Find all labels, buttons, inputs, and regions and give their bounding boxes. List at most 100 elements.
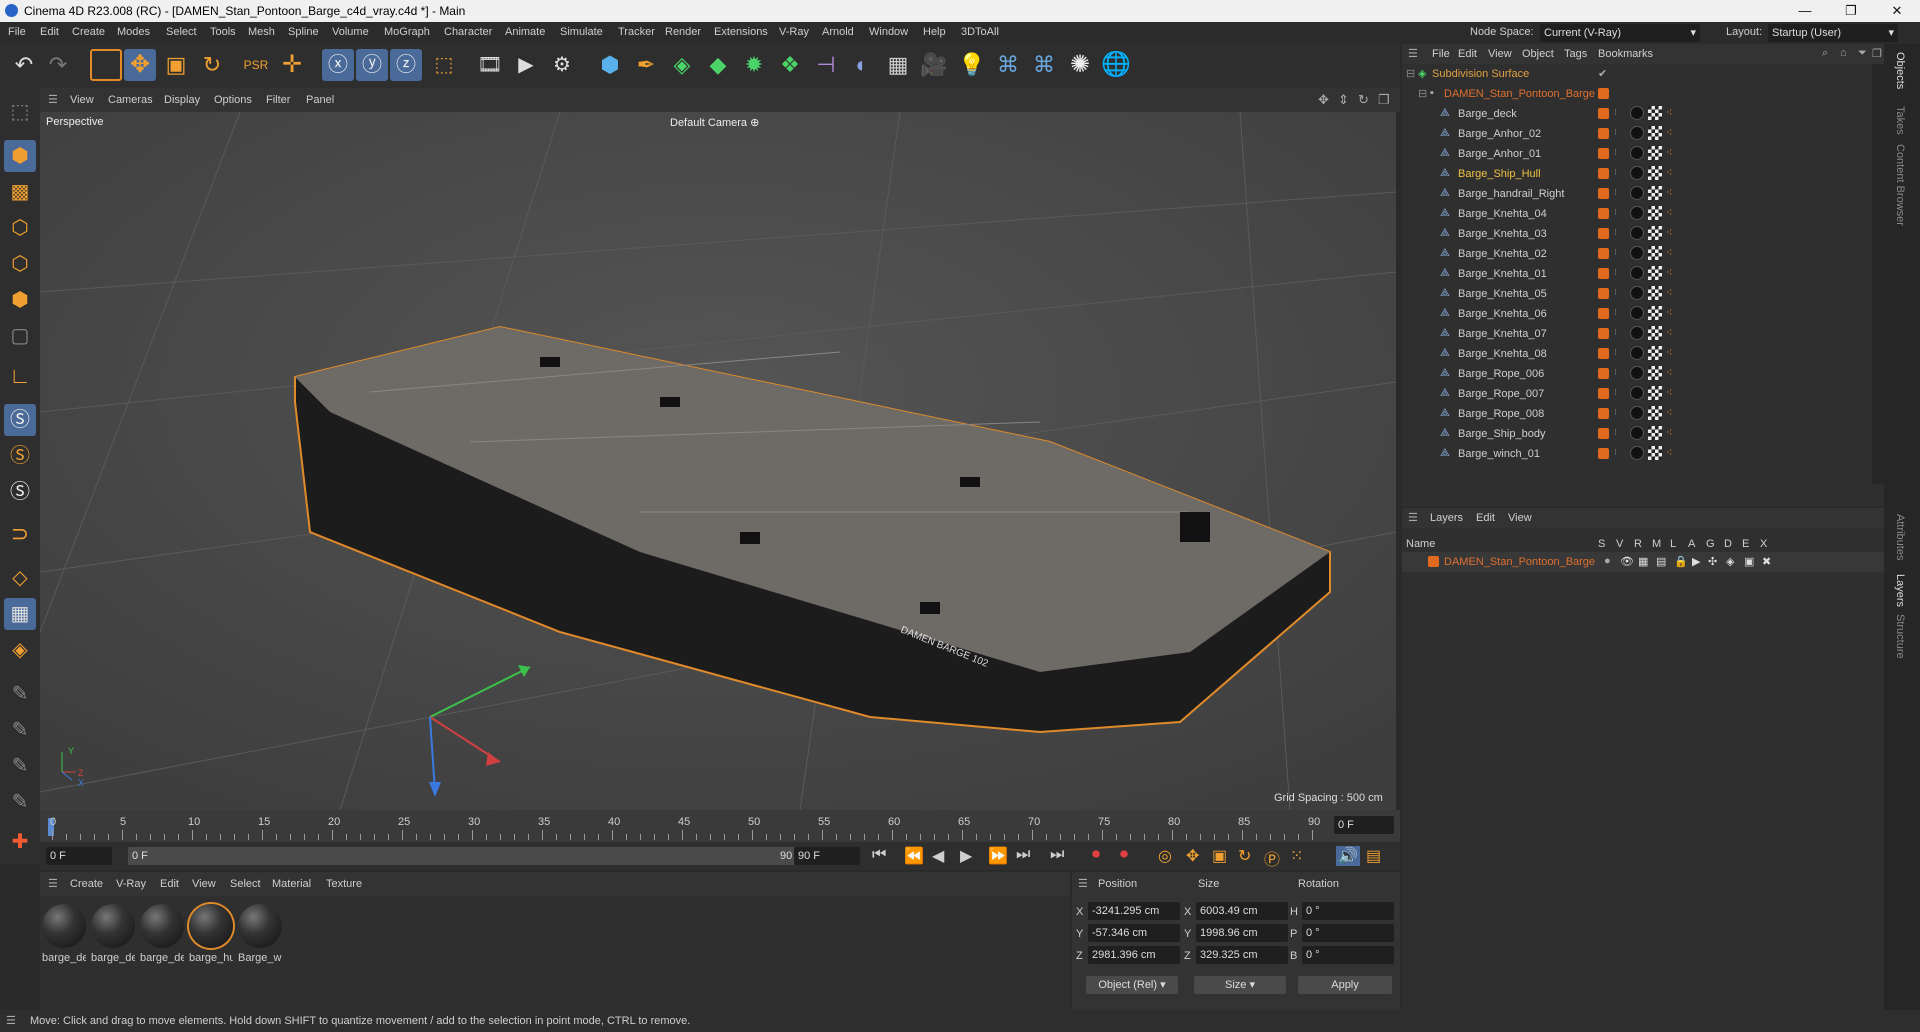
timeline-icon[interactable]: ▤ (1366, 846, 1381, 866)
autokey-icon[interactable]: ⏺ (1120, 846, 1128, 864)
layer-color-icon[interactable] (1598, 388, 1609, 399)
deformers-icon[interactable]: ◈ (1726, 555, 1734, 568)
visibility-dots-icon[interactable]: ⁝ (1614, 267, 1617, 278)
deformer-icon[interactable]: ⊣ (810, 49, 842, 81)
material-menu-vray[interactable]: V-Ray (116, 878, 146, 890)
x-axis-icon[interactable]: ⓧ (322, 49, 354, 81)
uvw-tag-icon[interactable] (1648, 446, 1662, 460)
size-z-field[interactable]: 329.325 cm (1196, 946, 1288, 964)
vray-tag-icon[interactable]: ⁖ (1666, 346, 1672, 359)
menu-select[interactable]: Select (166, 26, 197, 38)
layer-menu-view[interactable]: View (1508, 512, 1532, 524)
object-row[interactable]: ⟁ Barge_deck ⁝ ⁖ (1402, 104, 1872, 124)
menu-file[interactable]: File (8, 26, 26, 38)
layer-col-header[interactable]: V (1616, 538, 1623, 550)
mograph-icon[interactable]: ❖ (774, 49, 806, 81)
uv-mode-icon[interactable]: ▢ (4, 320, 36, 352)
axis-mode-icon[interactable]: ∟ (4, 360, 36, 392)
visibility-dots-icon[interactable]: ⁝ (1614, 167, 1617, 178)
vray-tag-icon[interactable]: ⁖ (1666, 426, 1672, 439)
visibility-dots-icon[interactable]: ⁝ (1614, 127, 1617, 138)
material-tag-icon[interactable] (1630, 446, 1644, 460)
coordinate-system-icon[interactable]: ⬚ (428, 49, 460, 81)
layer-color-icon[interactable] (1598, 348, 1609, 359)
close-button[interactable]: ✕ (1874, 0, 1920, 22)
layer-color-icon[interactable] (1598, 328, 1609, 339)
layer-menu-edit[interactable]: Edit (1476, 512, 1495, 524)
uvw-tag-icon[interactable] (1648, 146, 1662, 160)
hamburger-icon[interactable]: ☰ (48, 93, 58, 106)
uvw-tag-icon[interactable] (1648, 246, 1662, 260)
search-icon[interactable]: ⌕ (1822, 47, 1828, 60)
layer-color-icon[interactable] (1598, 168, 1609, 179)
object-menu-tags[interactable]: Tags (1564, 48, 1587, 60)
layer-menu-layers[interactable]: Layers (1430, 512, 1463, 524)
uvw-tag-icon[interactable] (1648, 186, 1662, 200)
material-swatch[interactable] (238, 904, 282, 948)
material-tag-icon[interactable] (1630, 326, 1644, 340)
object-menu-object[interactable]: Object (1522, 48, 1554, 60)
edges-mode-icon[interactable]: ⬡ (4, 248, 36, 280)
check-icon[interactable]: ✔ (1598, 67, 1607, 80)
next-frame-icon[interactable]: ⏩ (988, 846, 1008, 866)
vray-tag-icon[interactable]: ⁖ (1666, 146, 1672, 159)
visible-icon[interactable]: 👁 (1620, 555, 1634, 568)
uvw-tag-icon[interactable] (1648, 226, 1662, 240)
size-y-field[interactable]: 1998.96 cm (1196, 924, 1288, 942)
move-icon[interactable]: ✥ (124, 49, 156, 81)
vray-settings-icon[interactable]: ✺ (1064, 49, 1096, 81)
material-tag-icon[interactable] (1630, 146, 1644, 160)
locked-workplane-icon[interactable]: ◈ (4, 634, 36, 666)
menu-mograph[interactable]: MoGraph (384, 26, 430, 38)
menu-render[interactable]: Render (665, 26, 701, 38)
layer-color-icon[interactable] (1598, 128, 1609, 139)
object-row[interactable]: ⟁ Barge_Rope_007 ⁝ ⁖ (1402, 384, 1872, 404)
grid-icon[interactable]: ▦ (4, 598, 36, 630)
home-icon[interactable]: ⌂ (1840, 47, 1847, 59)
vray-tag-icon[interactable]: ⁖ (1666, 226, 1672, 239)
visibility-dots-icon[interactable]: ⁝ (1614, 247, 1617, 258)
object-row[interactable]: ⟁ Barge_Rope_008 ⁝ ⁖ (1402, 404, 1872, 424)
material-tag-icon[interactable] (1630, 106, 1644, 120)
object-row[interactable]: ⟁ Barge_Knehta_06 ⁝ ⁖ (1402, 304, 1872, 324)
redo-icon[interactable]: ↷ (42, 49, 74, 81)
material-menu-texture[interactable]: Texture (326, 878, 362, 890)
uvw-tag-icon[interactable] (1648, 426, 1662, 440)
timeline-ruler[interactable]: 0 5 10 15 20 25 30 35 40 45 50 55 60 65 … (40, 810, 1400, 842)
menu-character[interactable]: Character (444, 26, 492, 38)
material-tag-icon[interactable] (1630, 406, 1644, 420)
go-to-start-icon[interactable]: ⏮ (872, 846, 886, 864)
vray-tag-icon[interactable]: ⁖ (1666, 386, 1672, 399)
add-tool-icon[interactable]: ✚ (4, 826, 36, 858)
menu-vray[interactable]: V-Ray (779, 26, 809, 38)
collapse-icon[interactable]: ⊟ (1418, 87, 1427, 100)
object-scrollbar[interactable] (1872, 64, 1884, 484)
object-row[interactable]: ⟁ Barge_Knehta_02 ⁝ ⁖ (1402, 244, 1872, 264)
points-mode-icon[interactable]: ⬡ (4, 212, 36, 244)
vray-globe-icon[interactable]: 🌐 (1100, 49, 1132, 81)
paint-icon[interactable]: ✎ (4, 714, 36, 746)
undo-icon[interactable]: ↶ (8, 49, 40, 81)
object-menu-view[interactable]: View (1488, 48, 1512, 60)
visibility-dots-icon[interactable]: ⁝ (1614, 187, 1617, 198)
render-icon[interactable]: ▦ (1638, 555, 1648, 568)
uvw-tag-icon[interactable] (1648, 366, 1662, 380)
render-settings-icon[interactable]: ⚙ (546, 49, 578, 81)
material-tag-icon[interactable] (1630, 386, 1644, 400)
brush-icon[interactable]: ✎ (4, 786, 36, 818)
menu-volume[interactable]: Volume (332, 26, 369, 38)
vray-tag-icon[interactable]: ⁖ (1666, 166, 1672, 179)
new-window-icon[interactable]: ❐ (1872, 47, 1882, 60)
material-tag-icon[interactable] (1630, 226, 1644, 240)
layer-col-header[interactable]: A (1688, 538, 1695, 550)
material-tag-icon[interactable] (1630, 306, 1644, 320)
render-picture-viewer-icon[interactable]: ▶ (510, 49, 542, 81)
layer-color-icon[interactable] (1598, 428, 1609, 439)
visibility-dots-icon[interactable]: ⁝ (1614, 387, 1617, 398)
material-menu-view[interactable]: View (192, 878, 216, 890)
cloner-icon[interactable]: ✹ (738, 49, 770, 81)
menu-create[interactable]: Create (72, 26, 105, 38)
uvw-tag-icon[interactable] (1648, 406, 1662, 420)
pen-icon[interactable]: ✒ (630, 49, 662, 81)
uvw-tag-icon[interactable] (1648, 206, 1662, 220)
